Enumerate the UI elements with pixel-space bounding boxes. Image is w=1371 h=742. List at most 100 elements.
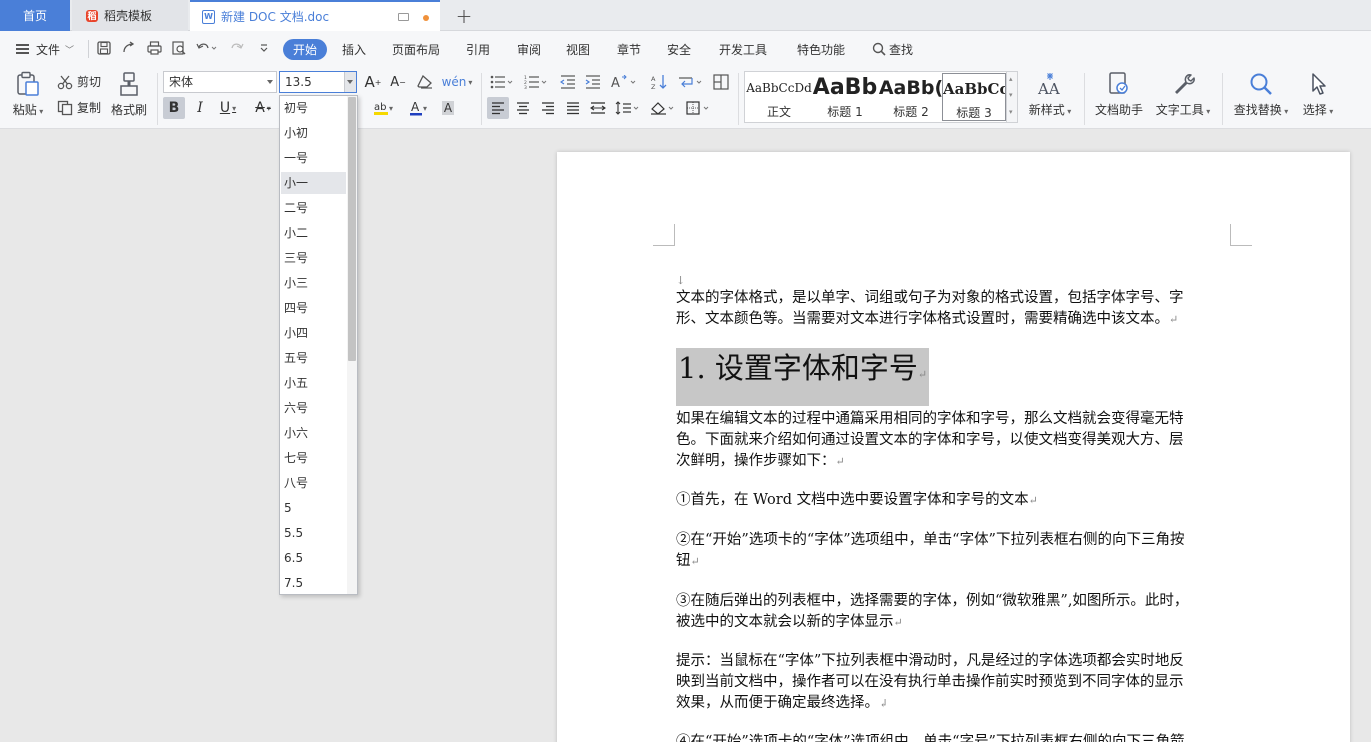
monitor-icon[interactable] [398, 13, 409, 21]
intro-paragraph[interactable]: 文本的字体格式，是以单字、词组或句子为对象的格式设置，包括字体字号、字 形、文本… [676, 288, 1232, 330]
style-heading-2[interactable]: AaBb( 标题 2 [878, 73, 944, 121]
step-1[interactable]: ①首先，在 Word 文档中选中要设置字体和字号的文本↵ [676, 490, 1232, 511]
clear-format-icon[interactable] [414, 71, 436, 93]
numbered-list-icon[interactable]: 123 [521, 71, 551, 93]
tab-review[interactable]: 审阅 [517, 31, 541, 67]
font-name-combo[interactable]: 宋体 [163, 71, 277, 93]
font-size-option[interactable]: 一号 [281, 147, 346, 169]
save-icon[interactable] [96, 41, 112, 57]
font-size-option[interactable]: 小四 [281, 322, 346, 344]
font-size-option[interactable]: 小五 [281, 372, 346, 394]
customize-toolbar-icon[interactable] [256, 41, 272, 57]
copy-button[interactable]: 复制 [57, 99, 101, 116]
decrease-indent-icon[interactable] [557, 71, 579, 93]
line-spacing-button[interactable] [613, 97, 643, 119]
dropdown-scrollbar[interactable] [347, 96, 357, 594]
style-heading-1[interactable]: AaBb 标题 1 [812, 73, 878, 121]
step-3[interactable]: ③在随后弹出的列表框中，选择需要的字体，例如“微软雅黑”,如图所示。此时， 被选… [676, 591, 1232, 633]
shrink-font-icon[interactable]: A − [387, 71, 409, 93]
tab-references[interactable]: 引用 [466, 31, 490, 67]
style-normal[interactable]: AaBbCcDd 正文 [746, 73, 812, 121]
output-icon[interactable] [121, 41, 137, 57]
style-gallery-scroll[interactable]: ▴ ▾ ▾ [1006, 72, 1017, 122]
add-tab-button[interactable]: + [452, 0, 476, 31]
tip-paragraph[interactable]: 提示：当鼠标在“字体”下拉列表框中滑动时，凡是经过的字体选项都会实时地反 映到当… [676, 651, 1232, 714]
font-size-option[interactable]: 5.5 [281, 522, 346, 544]
font-size-option[interactable]: 6.5 [281, 547, 346, 569]
font-size-option[interactable]: 7.5 [281, 572, 346, 594]
cut-button[interactable]: 剪切 [57, 73, 101, 90]
shading-button[interactable] [648, 97, 678, 119]
tab-start[interactable]: 开始 [283, 39, 327, 60]
font-size-option[interactable]: 小一 [281, 172, 346, 194]
font-size-option[interactable]: 小二 [281, 222, 346, 244]
tab-home[interactable]: 首页 [0, 0, 70, 31]
tab-page-layout[interactable]: 页面布局 [392, 31, 440, 67]
font-size-combo[interactable]: 13.5 [279, 71, 357, 93]
font-size-option[interactable]: 六号 [281, 397, 346, 419]
font-color-button[interactable]: A ▾ [404, 97, 432, 119]
underline-button[interactable]: U ▾ [214, 97, 242, 119]
columns-icon[interactable] [710, 71, 732, 93]
align-left-button[interactable] [487, 97, 509, 119]
document-page[interactable]: ↓ 文本的字体格式，是以单字、词组或句子为对象的格式设置，包括字体字号、字 形、… [557, 152, 1350, 742]
highlight-color-button[interactable]: ab ▾ [369, 97, 397, 119]
sort-icon[interactable]: AZ [648, 71, 670, 93]
borders-button[interactable] [684, 97, 714, 119]
undo-icon[interactable] [196, 41, 218, 57]
tab-template[interactable]: 稻 稻壳模板 [72, 0, 188, 31]
chevron-down-icon[interactable]: ▾ [1009, 91, 1013, 99]
file-menu[interactable]: 文件 ﹀ [36, 31, 74, 67]
font-size-option[interactable]: 四号 [281, 297, 346, 319]
tab-security[interactable]: 安全 [667, 31, 691, 67]
line-spacing-mark-icon[interactable] [676, 71, 706, 93]
new-style-button[interactable]: AA 新样式 ▾ [1024, 71, 1076, 118]
tab-chapter[interactable]: 章节 [617, 31, 641, 67]
tab-special-features[interactable]: 特色功能 [797, 31, 845, 67]
tab-insert[interactable]: 插入 [342, 31, 366, 67]
expand-gallery-icon[interactable]: ▾ [1009, 108, 1013, 116]
step-2[interactable]: ②在“开始”选项卡的“字体”选项组中，单击“字体”下拉列表框右侧的向下三角按 钮… [676, 530, 1232, 572]
select-button[interactable]: 选择 ▾ [1298, 71, 1338, 118]
justify-button[interactable] [562, 97, 584, 119]
tab-document[interactable]: W 新建 DOC 文档.doc [190, 0, 440, 31]
font-size-option[interactable]: 小初 [281, 122, 346, 144]
grow-font-icon[interactable]: A + [362, 71, 384, 93]
font-size-option[interactable]: 5 [281, 497, 346, 519]
distributed-align-button[interactable] [587, 97, 609, 119]
print-icon[interactable] [146, 41, 162, 57]
redo-icon[interactable] [229, 41, 245, 57]
format-painter-button[interactable]: 格式刷 [108, 71, 150, 118]
change-case-icon[interactable]: A [608, 71, 640, 93]
align-right-button[interactable] [537, 97, 559, 119]
font-size-option[interactable]: 五号 [281, 347, 346, 369]
align-center-button[interactable] [512, 97, 534, 119]
print-preview-icon[interactable] [171, 41, 187, 57]
font-size-option[interactable]: 小六 [281, 422, 346, 444]
heading-selected[interactable]: 1. 设置字体和字号↵ [676, 348, 930, 406]
paragraph-1[interactable]: 如果在编辑文本的过程中通篇采用相同的字体和字号，那么文档就会变得毫无特 色。下面… [676, 409, 1232, 472]
paste-button[interactable]: 粘贴 ▾ [10, 71, 46, 118]
strikethrough-button[interactable]: A ▾ [249, 97, 277, 119]
increase-indent-icon[interactable] [582, 71, 604, 93]
menu-hamburger-icon[interactable] [16, 44, 29, 54]
scrollbar-thumb[interactable] [348, 97, 356, 361]
font-size-option[interactable]: 三号 [281, 247, 346, 269]
italic-button[interactable]: I [189, 97, 211, 119]
character-shading-icon[interactable]: A [437, 97, 459, 119]
tab-developer[interactable]: 开发工具 [719, 31, 767, 67]
step-4[interactable]: ④在“开始”选项卡的“字体”选项组中，单击“字号”下拉列表框右侧的向下三角箭 [676, 732, 1232, 742]
text-tools-button[interactable]: 文字工具 ▾ [1152, 71, 1214, 118]
font-size-option[interactable]: 初号 [281, 97, 346, 119]
font-size-option[interactable]: 小三 [281, 272, 346, 294]
tab-view[interactable]: 视图 [566, 31, 590, 67]
bullet-list-icon[interactable] [487, 71, 517, 93]
style-heading-3[interactable]: AaBbCcI 标题 3 [942, 73, 1006, 121]
chevron-up-icon[interactable]: ▴ [1009, 75, 1013, 83]
find-replace-button[interactable]: 查找替换 ▾ [1231, 71, 1291, 118]
font-size-option[interactable]: 二号 [281, 197, 346, 219]
font-size-option[interactable]: 七号 [281, 447, 346, 469]
font-size-option[interactable]: 八号 [281, 472, 346, 494]
doc-assistant-button[interactable]: 文档助手 [1092, 71, 1146, 118]
search-box[interactable]: 查找 [872, 31, 913, 67]
